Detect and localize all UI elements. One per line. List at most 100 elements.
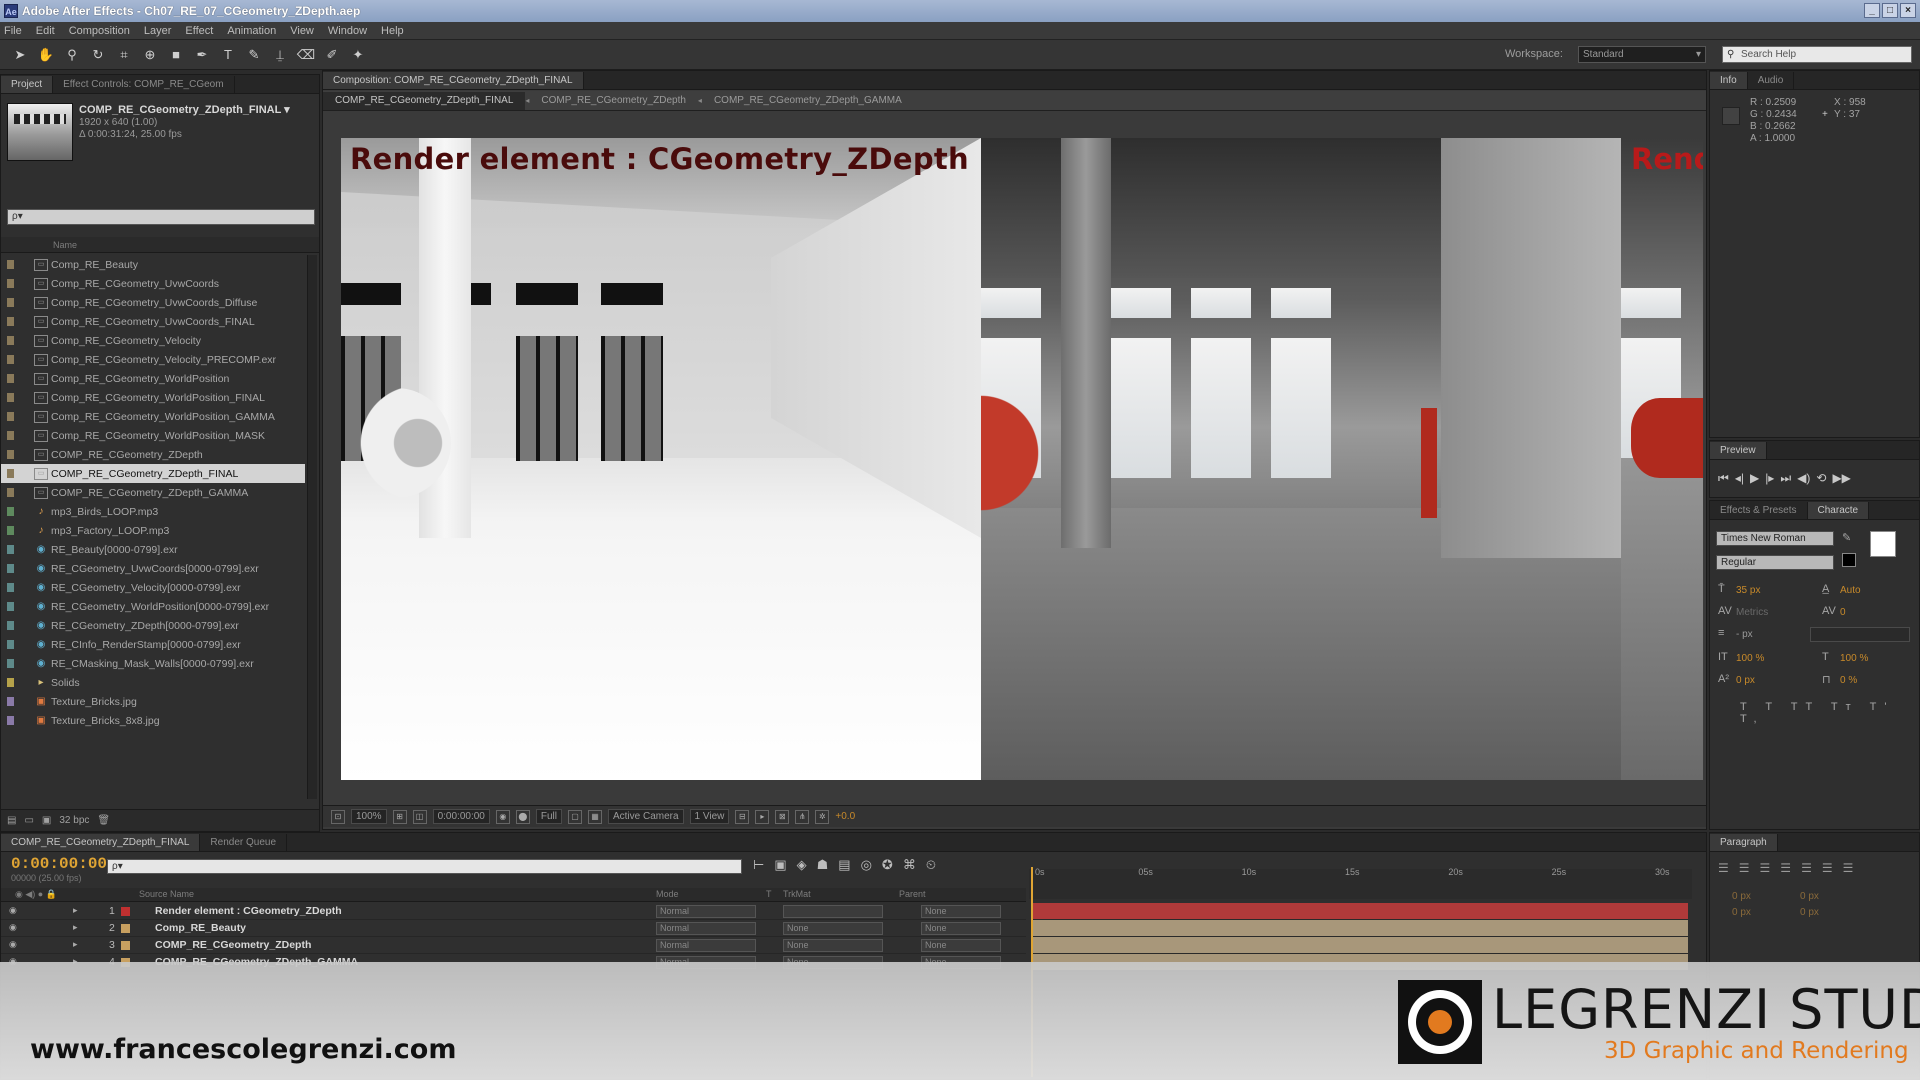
- label-color-swatch[interactable]: [7, 412, 14, 421]
- interpret-footage-icon[interactable]: ▤: [7, 815, 16, 826]
- menu-effect[interactable]: Effect: [185, 25, 213, 37]
- font-family-dropdown[interactable]: Times New Roman: [1716, 531, 1834, 546]
- tab-paragraph[interactable]: Paragraph: [1710, 834, 1778, 851]
- audio-icon[interactable]: ◀): [1797, 471, 1810, 486]
- project-list-item[interactable]: ▭ Comp_RE_CGeometry_Velocity: [1, 331, 305, 350]
- timeline-layer-row[interactable]: ◉ ▸ 1 Render element : CGeometry_ZDepth Norm…: [1, 903, 1026, 920]
- project-list-item[interactable]: ▭ Comp_RE_CGeometry_WorldPosition_GAMMA: [1, 407, 305, 426]
- layer-visibility-icon[interactable]: ◉: [9, 922, 17, 933]
- label-color-swatch[interactable]: [7, 697, 14, 706]
- project-list-item[interactable]: ▭ COMP_RE_CGeometry_ZDepth: [1, 445, 305, 464]
- label-color-swatch[interactable]: [7, 602, 14, 611]
- layer-expand-icon[interactable]: ▸: [73, 905, 78, 916]
- justify-center-icon[interactable]: ☰: [1801, 861, 1812, 875]
- project-list-item[interactable]: ▭ Comp_RE_CGeometry_WorldPosition_FINAL: [1, 388, 305, 407]
- tracking-value[interactable]: 0: [1840, 607, 1846, 618]
- draft-3d-icon[interactable]: ◈: [797, 857, 807, 873]
- play-icon[interactable]: ▶: [1750, 471, 1759, 486]
- mask-visibility-icon[interactable]: ◫: [412, 809, 427, 824]
- align-right-icon[interactable]: ☰: [1760, 861, 1771, 875]
- timeline-layer-row[interactable]: ◉ ▸ 3 COMP_RE_CGeometry_ZDepth Normal None Non…: [1, 937, 1026, 954]
- project-search-input[interactable]: ρ▾: [7, 209, 315, 225]
- shy-layers-icon[interactable]: ☗: [817, 857, 829, 873]
- camera-tool-icon[interactable]: ⌗: [114, 45, 134, 65]
- label-color-swatch[interactable]: [7, 526, 14, 535]
- tab-effect-controls[interactable]: Effect Controls: COMP_RE_CGeom: [53, 76, 235, 93]
- project-list-item[interactable]: ▭ Comp_RE_Beauty: [1, 255, 305, 274]
- text-style-buttons[interactable]: T T TT Tт T' T,: [1740, 701, 1919, 725]
- tab-info[interactable]: Info: [1710, 72, 1748, 89]
- tsume-value[interactable]: 0 %: [1840, 675, 1857, 686]
- layer-visibility-icon[interactable]: ◉: [9, 905, 17, 916]
- workspace-dropdown[interactable]: Standard: [1578, 46, 1706, 63]
- justify-left-icon[interactable]: ☰: [1780, 861, 1791, 875]
- label-color-swatch[interactable]: [7, 678, 14, 687]
- label-color-swatch[interactable]: [7, 545, 14, 554]
- trash-icon[interactable]: 🗑: [97, 815, 110, 826]
- show-channel-icon[interactable]: ⬤: [515, 809, 530, 824]
- space-before-value[interactable]: 0 px: [1732, 907, 1751, 918]
- maximize-button[interactable]: □: [1882, 3, 1898, 18]
- exposure-value[interactable]: +0.0: [835, 811, 855, 822]
- project-list-item[interactable]: ▸ Solids: [1, 673, 305, 692]
- composition-viewer[interactable]: Render element : CGeometry_ZDepth Rend: [341, 138, 1703, 780]
- brainstorm-icon[interactable]: ✪: [882, 857, 893, 873]
- label-color-swatch[interactable]: [7, 374, 14, 383]
- menu-window[interactable]: Window: [328, 25, 367, 37]
- column-mode[interactable]: Mode: [656, 889, 679, 899]
- ram-preview-icon[interactable]: ▶▶: [1832, 471, 1850, 486]
- frame-blending-icon[interactable]: ▤: [838, 857, 850, 873]
- layer-parent-dropdown[interactable]: None: [921, 905, 1001, 918]
- auto-keyframe-icon[interactable]: ⏲: [926, 857, 936, 873]
- label-color-swatch[interactable]: [7, 260, 14, 269]
- layer-trkmat-dropdown[interactable]: [783, 905, 883, 918]
- label-color-swatch[interactable]: [7, 640, 14, 649]
- timeline-icon[interactable]: ⊠: [775, 809, 790, 824]
- menu-composition[interactable]: Composition: [69, 25, 130, 37]
- always-preview-icon[interactable]: ⊡: [331, 809, 345, 824]
- label-color-swatch[interactable]: [7, 469, 14, 478]
- time-ruler[interactable]: [1029, 869, 1692, 899]
- label-color-swatch[interactable]: [7, 488, 14, 497]
- label-color-swatch[interactable]: [7, 279, 14, 288]
- fill-color-swatch[interactable]: [1870, 531, 1896, 557]
- loop-icon[interactable]: ⟲: [1816, 471, 1826, 486]
- project-list-item[interactable]: ◉ RE_CGeometry_WorldPosition[0000-0799].e…: [1, 597, 305, 616]
- label-color-swatch[interactable]: [7, 317, 14, 326]
- project-list-item[interactable]: ◉ RE_CGeometry_UvwCoords[0000-0799].exr: [1, 559, 305, 578]
- layer-name[interactable]: COMP_RE_CGeometry_ZDepth: [155, 939, 311, 951]
- graph-editor-icon[interactable]: ⌘: [903, 857, 916, 873]
- eyedropper-icon[interactable]: ✎: [1842, 531, 1851, 544]
- tab-project[interactable]: Project: [1, 76, 54, 93]
- column-parent[interactable]: Parent: [899, 889, 926, 899]
- tab-render-queue[interactable]: Render Queue: [200, 834, 288, 851]
- project-list-item[interactable]: ♪ mp3_Factory_LOOP.mp3: [1, 521, 305, 540]
- project-list-item[interactable]: ▭ Comp_RE_CGeometry_UvwCoords: [1, 274, 305, 293]
- layer-mode-dropdown[interactable]: Normal: [656, 939, 756, 952]
- layer-name[interactable]: Render element : CGeometry_ZDepth: [155, 905, 342, 917]
- crumb-zdepth-final[interactable]: COMP_RE_CGeometry_ZDepth_FINAL: [323, 91, 526, 110]
- font-style-dropdown[interactable]: Regular: [1716, 555, 1834, 570]
- tab-audio[interactable]: Audio: [1748, 72, 1795, 89]
- layer-label-swatch[interactable]: [121, 941, 130, 950]
- project-list-item[interactable]: ◉ RE_CGeometry_Velocity[0000-0799].exr: [1, 578, 305, 597]
- menu-animation[interactable]: Animation: [227, 25, 276, 37]
- project-list-item[interactable]: ♪ mp3_Birds_LOOP.mp3: [1, 502, 305, 521]
- horizontal-scale-value[interactable]: 100 %: [1840, 653, 1868, 664]
- column-trkmat[interactable]: TrkMat: [783, 889, 811, 899]
- label-color-swatch[interactable]: [7, 583, 14, 592]
- puppet-tool-icon[interactable]: ✦: [348, 45, 368, 65]
- project-list-item[interactable]: ▭ COMP_RE_CGeometry_ZDepth_GAMMA: [1, 483, 305, 502]
- new-folder-icon[interactable]: ▭: [24, 815, 33, 826]
- search-help-input[interactable]: ⚲ Search Help: [1722, 46, 1912, 63]
- camera-dropdown[interactable]: Active Camera: [607, 809, 684, 824]
- column-source-name[interactable]: Source Name: [139, 889, 194, 899]
- space-after-value[interactable]: 0 px: [1800, 907, 1819, 918]
- fast-previews-icon[interactable]: ▸: [755, 809, 770, 824]
- current-time-field[interactable]: 0:00:00:00: [432, 809, 490, 824]
- type-tool-icon[interactable]: T: [218, 45, 238, 65]
- flowchart-icon[interactable]: ⋔: [795, 809, 810, 824]
- label-color-swatch[interactable]: [7, 450, 14, 459]
- leading-value[interactable]: Auto: [1840, 585, 1861, 596]
- indent-left-value[interactable]: 0 px: [1732, 891, 1751, 902]
